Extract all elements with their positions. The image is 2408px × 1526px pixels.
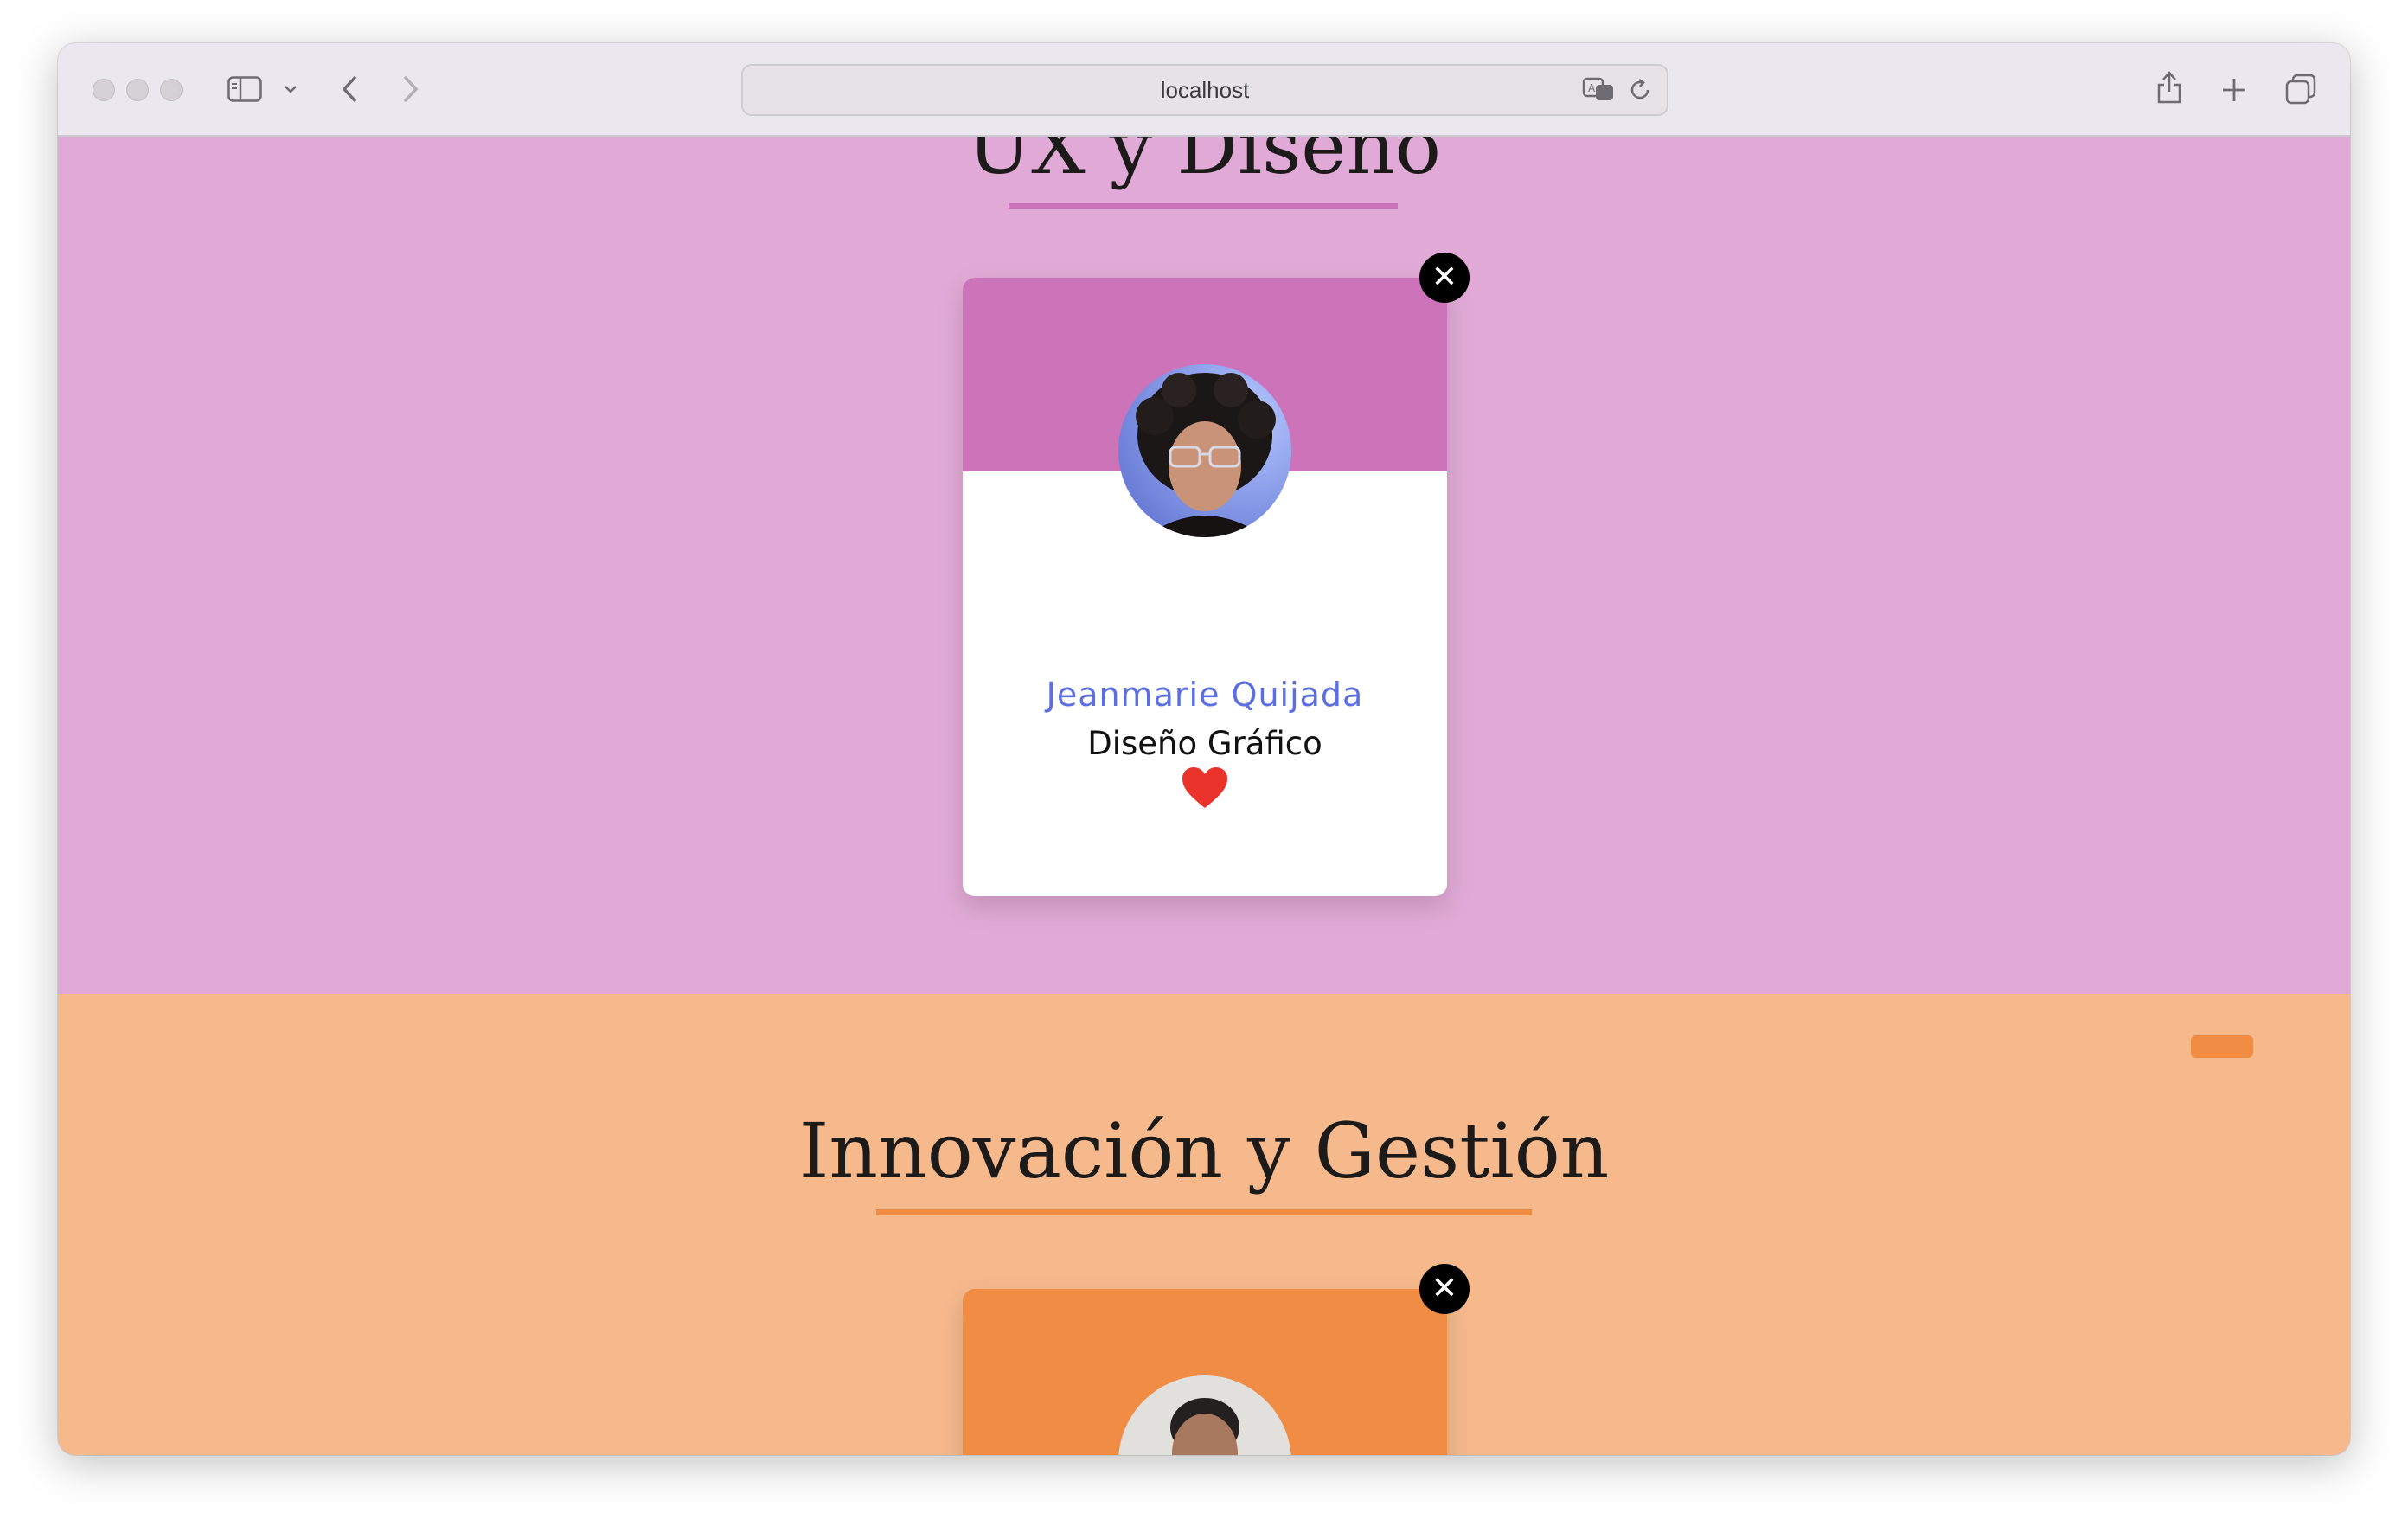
orange-tab-button[interactable]: [2191, 1036, 2253, 1058]
svg-text:A: A: [1588, 82, 1596, 94]
sidebar-icon[interactable]: [227, 76, 262, 102]
heart-icon[interactable]: [1181, 766, 1229, 810]
share-icon[interactable]: [2155, 69, 2183, 106]
profile-role: Diseño Gráfico: [1087, 725, 1322, 762]
zoom-window-button[interactable]: [160, 79, 183, 101]
profile-card: [963, 1289, 1447, 1455]
browser-toolbar: localhost A: [58, 43, 2350, 137]
close-card-button[interactable]: ✕: [1419, 253, 1470, 303]
tabs-overview-icon[interactable]: [2284, 73, 2317, 106]
url-text: localhost: [1160, 77, 1250, 103]
reload-icon[interactable]: [1627, 77, 1653, 103]
section-innovation: Innovación y Gestión ✕: [58, 994, 2350, 1455]
avatar: [1118, 364, 1291, 537]
forward-arrow-icon[interactable]: [400, 74, 421, 104]
title-underline: [1009, 203, 1398, 209]
section-title: Innovación y Gestión: [798, 1106, 1610, 1196]
section-ux: UX y Diseño Jeanmarie Quijada Diseño Grá…: [58, 135, 2350, 994]
chevron-down-icon[interactable]: [283, 83, 298, 95]
section-title: UX y Diseño: [966, 135, 1442, 191]
profile-card: Jeanmarie Quijada Diseño Gráfico: [963, 278, 1447, 896]
plus-icon[interactable]: [2220, 76, 2248, 104]
page-content: UX y Diseño Jeanmarie Quijada Diseño Grá…: [58, 135, 2350, 1455]
back-arrow-icon[interactable]: [339, 74, 360, 104]
browser-window: localhost A UX y Diseño Jeanmarie Quijad…: [58, 43, 2350, 1455]
close-window-button[interactable]: [93, 79, 115, 101]
translate-icon[interactable]: A: [1582, 76, 1617, 104]
close-card-button[interactable]: ✕: [1419, 1264, 1470, 1314]
title-underline: [876, 1209, 1532, 1215]
address-bar[interactable]: localhost A: [741, 64, 1668, 116]
avatar: [1118, 1375, 1291, 1455]
profile-name: Jeanmarie Quijada: [1046, 676, 1364, 714]
minimize-window-button[interactable]: [126, 79, 149, 101]
